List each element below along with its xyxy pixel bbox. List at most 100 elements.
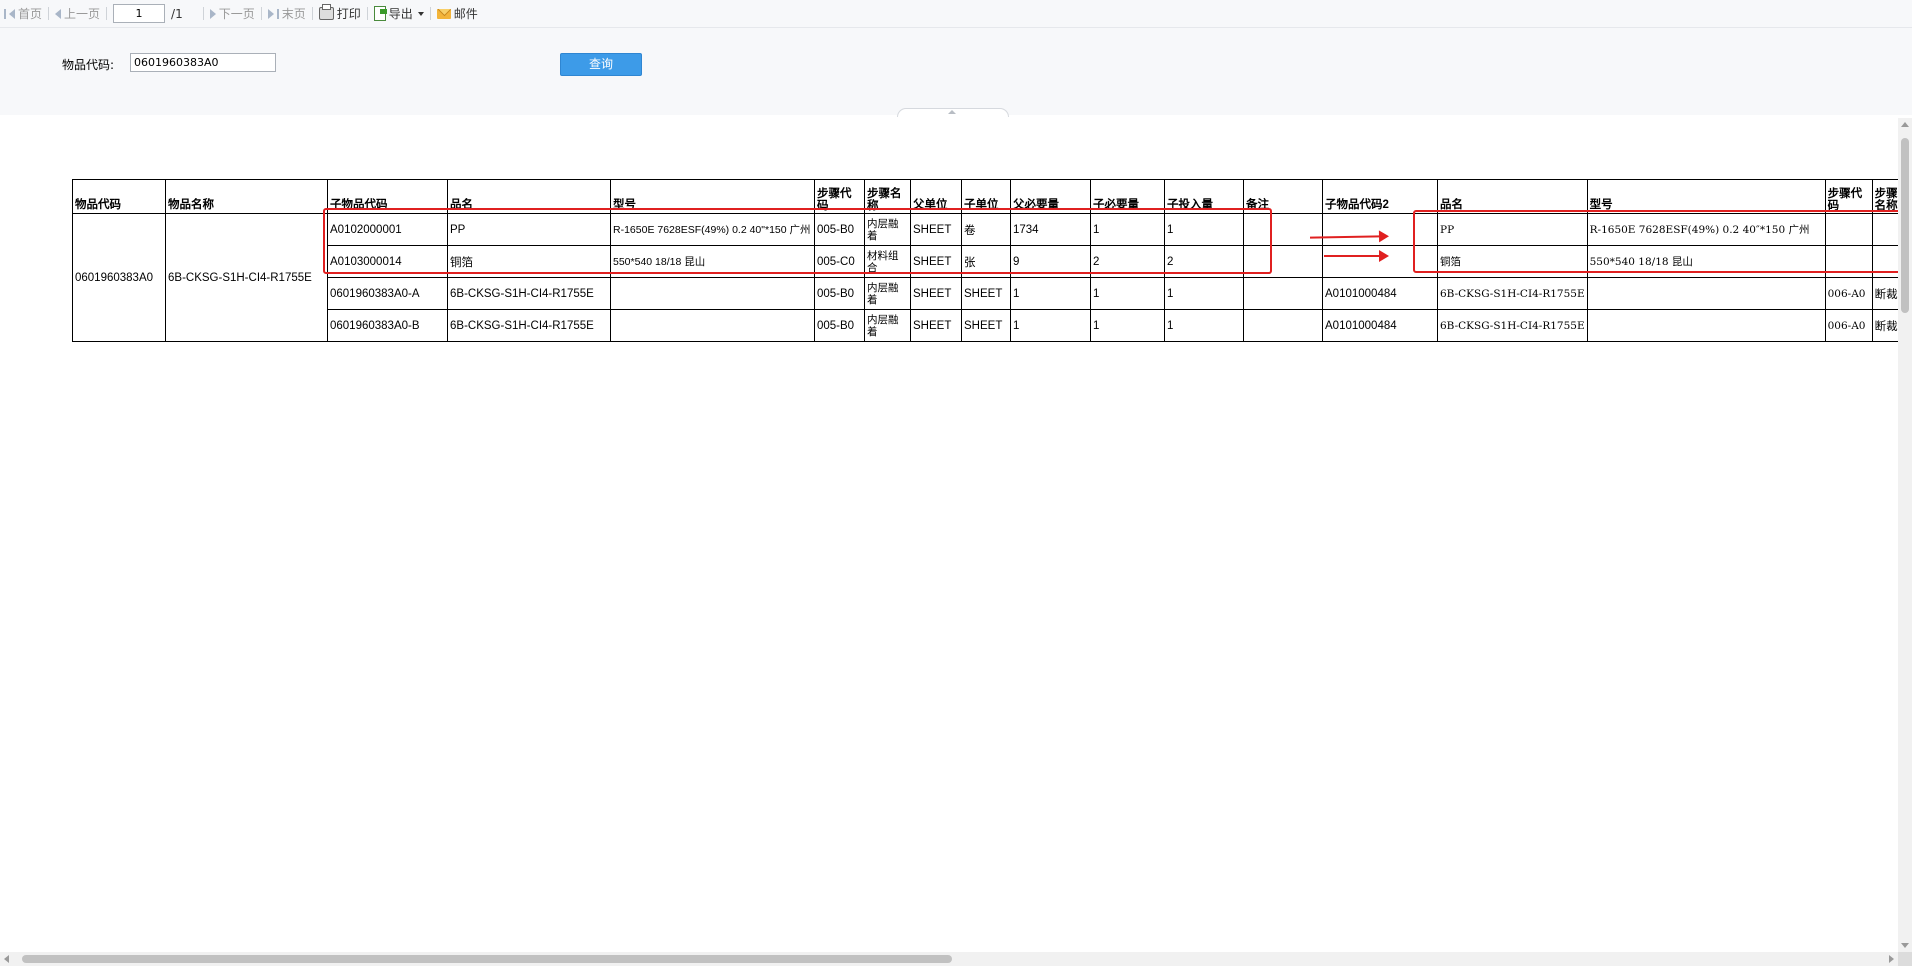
arrow-right-icon (1324, 250, 1389, 262)
header-cell: 型号 (1586, 179, 1826, 214)
toolbar-divider (366, 7, 368, 20)
table-cell: 张 (961, 245, 1011, 278)
header-cell: 步骤名称 (864, 179, 911, 214)
table-cell (1243, 245, 1323, 278)
header-cell: 备注 (1243, 179, 1323, 214)
table-cell: R-1650E 7628ESF(49%) 0.2 40"*150 广州 (610, 213, 815, 246)
table-row: A0103000014 铜箔 550*540 18/18 昆山 005-C0 材… (73, 245, 1908, 278)
table-cell: SHEET (961, 277, 1011, 310)
header-cell: 子必要量 (1090, 179, 1165, 214)
table-cell: SHEET (910, 245, 962, 278)
toolbar-divider (106, 7, 108, 20)
horizontal-scrollbar[interactable] (0, 952, 1898, 966)
table-cell: 铜箔 (447, 245, 611, 278)
table-cell: 内层融着 (864, 277, 911, 310)
table-cell: SHEET (910, 213, 962, 246)
table-cell: 内层融着 (864, 213, 911, 246)
envelope-icon (436, 8, 451, 19)
table-cell: 1 (1090, 213, 1165, 246)
table-cell (1824, 213, 1873, 246)
toolbar-divider (48, 7, 50, 20)
table-cell: SHEET (961, 309, 1011, 342)
mail-label: 邮件 (453, 7, 478, 21)
horizontal-scroll-thumb[interactable] (22, 955, 952, 963)
table-cell: 1 (1090, 309, 1165, 342)
query-button[interactable]: 查询 (560, 53, 642, 76)
header-cell: 步骤代码 (814, 179, 865, 214)
vertical-scroll-thumb[interactable] (1901, 138, 1909, 313)
header-cell: 父单位 (910, 179, 962, 214)
scrollbar-corner (1898, 952, 1912, 966)
header-cell: 子物品代码 (327, 179, 448, 214)
header-cell: 品名 (447, 179, 611, 214)
item-name-cell: 6B-CKSG-S1H-CI4-R1755E (165, 213, 328, 342)
table-cell: 6B-CKSG-S1H-CI4-R1755E (1437, 309, 1588, 342)
last-page-icon (276, 8, 279, 19)
table-cell: A0101000484 (1322, 277, 1438, 310)
next-page-label: 下一页 (218, 7, 255, 21)
table-cell (1824, 245, 1873, 278)
table-cell (1586, 309, 1826, 342)
toolbar-divider (202, 7, 204, 20)
header-cell: 父必要量 (1010, 179, 1091, 214)
page-number-input[interactable] (113, 4, 166, 23)
table-cell: 1 (1010, 309, 1091, 342)
table-cell: 铜箔 (1437, 245, 1588, 278)
vertical-scrollbar[interactable] (1898, 118, 1912, 952)
table-cell: 6B-CKSG-S1H-CI4-R1755E (447, 277, 611, 310)
table-cell: 卷 (961, 213, 1011, 246)
header-cell: 品名 (1437, 179, 1588, 214)
toolbar-divider (429, 7, 431, 20)
header-cell: 型号 (610, 179, 815, 214)
table-cell: 1 (1010, 277, 1091, 310)
print-button[interactable]: 打印 (315, 4, 365, 22)
table-cell: A0101000484 (1322, 309, 1438, 342)
table-cell: A0102000001 (327, 213, 448, 246)
table-cell: 550*540 18/18 昆山 (1586, 245, 1826, 278)
table-cell (1586, 277, 1826, 310)
table-cell: 2 (1164, 245, 1244, 278)
table-cell (610, 309, 815, 342)
table-row: 0601960383A0-B 6B-CKSG-S1H-CI4-R1755E 00… (73, 309, 1908, 342)
table-cell: 006-A0 (1824, 309, 1873, 342)
table-cell: 1 (1164, 277, 1244, 310)
table-cell: 1 (1164, 309, 1244, 342)
last-page-label: 末页 (281, 7, 306, 21)
table-row: 0601960383A0 6B-CKSG-S1H-CI4-R1755E A010… (72, 213, 1908, 342)
table-cell: 005-B0 (814, 213, 865, 246)
next-page-button[interactable]: 下一页 (206, 5, 259, 22)
item-code-input[interactable] (130, 53, 276, 72)
table-cell: 0601960383A0-A (327, 277, 448, 310)
table-cell: 6B-CKSG-S1H-CI4-R1755E (447, 309, 611, 342)
table-cell: PP (447, 213, 611, 246)
mail-button[interactable]: 邮件 (433, 5, 482, 22)
last-page-arrow-icon (267, 8, 274, 19)
next-page-icon (209, 8, 216, 19)
prev-page-button[interactable]: 上一页 (51, 5, 104, 22)
table-cell: 006-A0 (1824, 277, 1873, 310)
table-cell: SHEET (910, 277, 962, 310)
scroll-up-icon[interactable] (1901, 122, 1909, 127)
scroll-left-icon[interactable] (4, 955, 9, 963)
collapse-panel-toggle[interactable] (897, 108, 1009, 117)
item-code-cell: 0601960383A0 (72, 213, 166, 342)
first-page-icon (4, 8, 6, 19)
first-page-button[interactable]: 首页 (0, 5, 46, 22)
scroll-down-icon[interactable] (1901, 943, 1909, 948)
table-cell: 9 (1010, 245, 1091, 278)
table-cell: A0103000014 (327, 245, 448, 278)
print-label: 打印 (336, 7, 361, 21)
table-cell: 005-C0 (814, 245, 865, 278)
table-cell: 005-B0 (814, 309, 865, 342)
header-cell: 物品名称 (165, 179, 328, 214)
table-cell: 1 (1164, 213, 1244, 246)
table-cell: R-1650E 7628ESF(49%) 0.2 40″*150 广州 (1586, 213, 1826, 246)
export-dropdown-button[interactable]: 导出 (370, 5, 428, 22)
last-page-button[interactable]: 末页 (264, 5, 310, 22)
toolbar-divider (311, 7, 313, 20)
scroll-right-icon[interactable] (1889, 955, 1894, 963)
first-page-label: 首页 (18, 7, 43, 21)
table-cell: 0601960383A0-B (327, 309, 448, 342)
export-icon (373, 6, 387, 21)
query-panel: 物品代码: 查询 (0, 28, 1912, 115)
